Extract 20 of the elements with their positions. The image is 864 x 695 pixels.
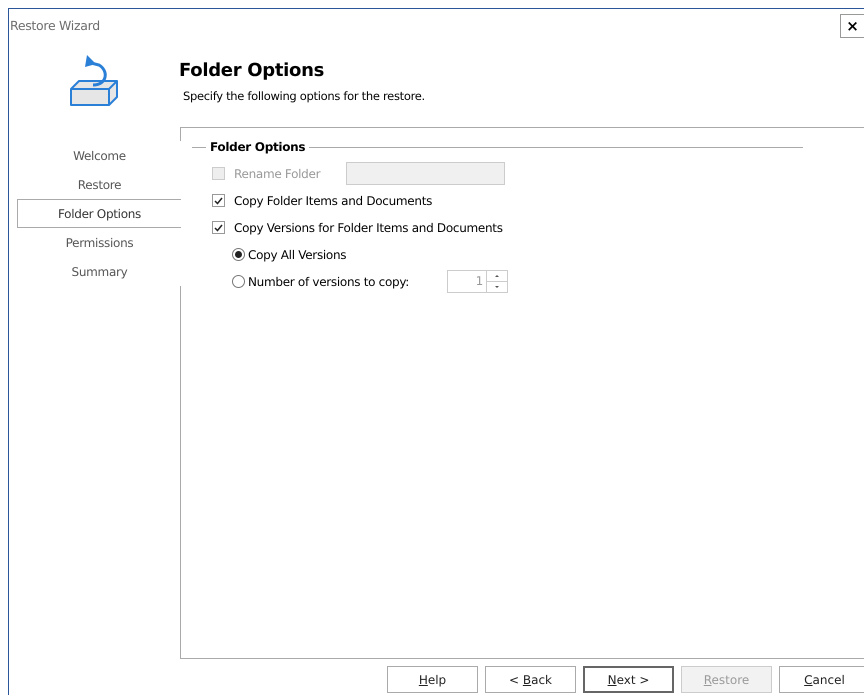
wizard-button[interactable]: < Back — [485, 666, 576, 693]
wizard-step[interactable]: Folder Options — [17, 199, 181, 228]
radio-button[interactable] — [232, 275, 245, 288]
checkbox[interactable] — [212, 194, 225, 207]
wizard-button[interactable]: Cancel — [779, 666, 864, 693]
wizard-button[interactable]: Next > — [583, 666, 674, 693]
option-label: Copy Versions for Folder Items and Documents — [234, 220, 503, 234]
option-label: Number of versions to copy: — [248, 274, 410, 288]
window-title: Restore Wizard — [10, 18, 100, 33]
page-title: Folder Options — [179, 60, 324, 81]
radio-button[interactable] — [232, 248, 245, 261]
wizard-button[interactable]: Help — [387, 666, 478, 693]
folder-name-field[interactable] — [346, 162, 506, 185]
page-subtitle: Specify the following options for the restore. — [183, 89, 425, 103]
group-title: Folder Options — [210, 140, 306, 154]
close-button[interactable]: × — [840, 14, 864, 38]
option-label: Copy All Versions — [248, 248, 346, 262]
option-label: Rename Folder — [234, 166, 320, 180]
option-label: Copy Folder Items and Documents — [234, 194, 432, 208]
checkbox[interactable] — [212, 221, 225, 234]
